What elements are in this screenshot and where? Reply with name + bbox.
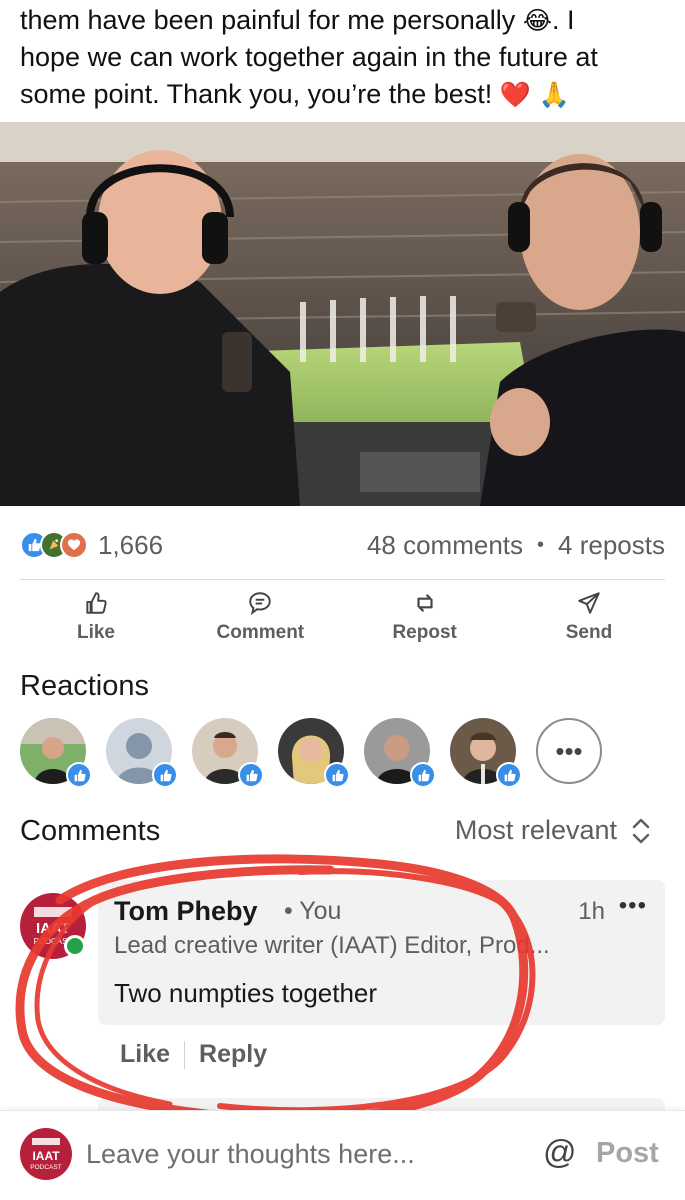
comment-more-options-button[interactable]: •••: [619, 892, 647, 920]
sort-label: Most relevant: [454, 815, 617, 845]
sort-dropdown[interactable]: Most relevant: [455, 815, 651, 846]
my-avatar: IAAT PODCAST: [20, 1128, 72, 1180]
comment-icon: [249, 592, 272, 616]
post-action-bar: Like Comment Repost Send: [0, 590, 685, 650]
post-text-line-3: some point. Thank you, you’re the best! …: [20, 79, 570, 109]
divider: [20, 579, 665, 580]
reactor-avatar[interactable]: [192, 718, 264, 788]
divider: [184, 1040, 186, 1069]
love-icon: [60, 531, 88, 559]
comment-composer: IAAT PODCAST Leave your thoughts here...…: [0, 1110, 685, 1200]
reactor-avatar[interactable]: [364, 718, 436, 788]
like-badge-icon: [152, 762, 178, 788]
send-icon: [578, 592, 600, 614]
like-badge-icon: [238, 762, 264, 788]
svg-text:IAAT: IAAT: [32, 1149, 60, 1163]
repost-button[interactable]: Repost: [365, 590, 485, 650]
comment-like-button[interactable]: Like: [120, 1040, 170, 1069]
chevron-up-down-icon: [632, 818, 650, 843]
repost-label: Repost: [392, 622, 457, 643]
comment-reply-button[interactable]: Reply: [199, 1040, 267, 1069]
reposts-count-link[interactable]: 4 reposts: [558, 530, 665, 561]
engagement-counts: 48 comments • 4 reposts: [367, 530, 665, 561]
comment-timestamp: 1h: [578, 898, 605, 925]
comment-bubble: Tom Pheby • You 1h ••• Lead creative wri…: [98, 880, 665, 1025]
like-badge-icon: [496, 762, 522, 788]
post-text-line-1: them have been painful for me personally…: [20, 5, 575, 35]
like-badge-icon: [66, 762, 92, 788]
post-photo[interactable]: [0, 122, 685, 506]
reactions-summary[interactable]: 1,666: [20, 530, 163, 561]
social-counts: 1,666 48 comments • 4 reposts: [20, 527, 665, 563]
reactor-avatar[interactable]: [20, 718, 92, 788]
svg-text:PODCAST: PODCAST: [30, 1164, 61, 1171]
comment-label: Comment: [216, 622, 305, 643]
send-button[interactable]: Send: [529, 590, 649, 650]
laughing-emoji-icon: 😂: [522, 6, 553, 35]
post-text-line-2: hope we can work together again in the f…: [20, 42, 598, 72]
like-button[interactable]: Like: [36, 590, 156, 650]
comments-heading: Comments: [20, 815, 161, 847]
reactor-avatars: •••: [20, 718, 602, 788]
like-badge-icon: [324, 762, 350, 788]
reactions-heading: Reactions: [20, 670, 149, 702]
separator-dot: •: [537, 533, 545, 556]
post-comment-button[interactable]: Post: [596, 1137, 659, 1170]
like-label: Like: [76, 622, 116, 643]
online-status-indicator: [64, 935, 86, 957]
comments-count-link[interactable]: 48 comments: [367, 530, 523, 561]
comment-author-headline: Lead creative writer (IAAT) Editor, Prod…: [114, 932, 550, 959]
comment-input[interactable]: Leave your thoughts here...: [86, 1139, 415, 1170]
reactor-avatar[interactable]: [106, 718, 178, 788]
heart-emoji-icon: ❤️: [499, 80, 531, 109]
more-reactors-button[interactable]: •••: [536, 718, 602, 784]
mention-button[interactable]: @: [543, 1133, 577, 1171]
repost-icon: [417, 594, 433, 612]
praying-hands-emoji-icon: 🙏: [538, 80, 570, 109]
send-label: Send: [565, 622, 613, 643]
reaction-icons: [20, 531, 88, 559]
comment-relation: • You: [284, 897, 342, 925]
comment-author-name[interactable]: Tom Pheby: [114, 896, 258, 927]
comment-button[interactable]: Comment: [200, 590, 320, 650]
post-text: them have been painful for me personally…: [20, 2, 670, 113]
thumbs-up-icon: [86, 592, 107, 614]
comment-text: Two numpties together: [114, 978, 378, 1008]
reactor-avatar[interactable]: [278, 718, 350, 788]
reaction-count: 1,666: [98, 529, 164, 560]
svg-text:IAAT: IAAT: [36, 920, 70, 937]
comment-actions: Like Reply: [120, 1040, 267, 1069]
like-badge-icon: [410, 762, 436, 788]
reactor-avatar[interactable]: [450, 718, 522, 788]
